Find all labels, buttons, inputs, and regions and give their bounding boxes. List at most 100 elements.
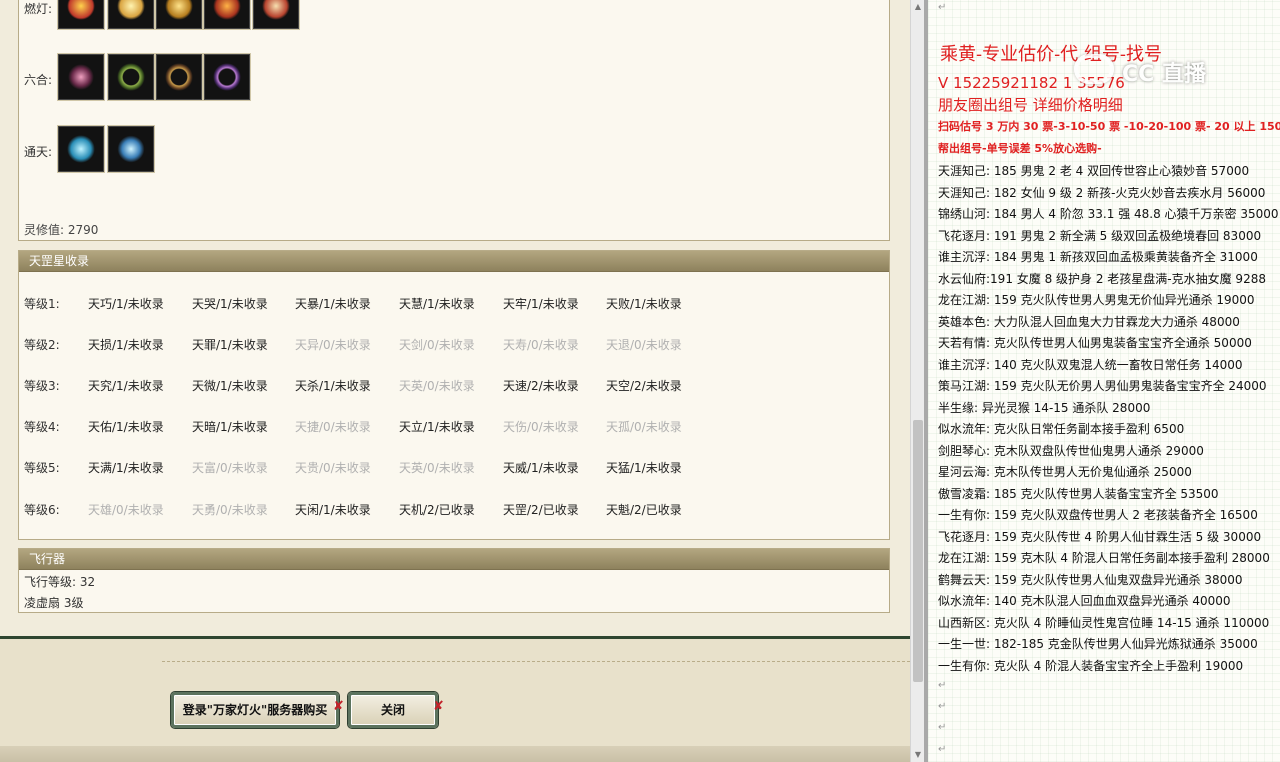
items-panel — [18, 0, 890, 241]
doc-line: 星河云海: 克木队传世男人无价鬼仙通杀 25000 — [938, 465, 1192, 479]
doc-line: 似水流年: 克火队日常任务副本接手盈利 6500 — [938, 422, 1185, 436]
doc-line: 半生缘: 异光灵猴 14-15 通杀队 28000 — [938, 400, 1151, 415]
close-x-mark: ✘ — [433, 699, 444, 714]
star-cell: 天勇/0/未收录 — [192, 503, 268, 517]
star-cell: 天损/1/未收录 — [88, 338, 164, 352]
key-blue-icon[interactable] — [108, 126, 154, 172]
game-info-window: 燃灯: 六合: 通天: 灵修值: 2790 天罡星收录 等级1: 天巧/1/未收录… — [0, 0, 910, 762]
star-row-label: 等级3: — [24, 379, 60, 393]
doc-line: 天涯知己: 185 男鬼 2 老 4 双回传世容止心猿妙音 57000 — [938, 164, 1250, 178]
star-cell: 天闲/1/未收录 — [295, 503, 371, 517]
star-cell: 天佑/1/未收录 — [88, 420, 164, 434]
star-cell: 天威/1/未收录 — [503, 461, 579, 475]
star-cell: 天退/0/未收录 — [606, 338, 682, 352]
star-cell: 天捷/0/未收录 — [295, 420, 371, 434]
paragraph-mark: ↵ — [938, 744, 947, 755]
doc-line: 锦绣山河: 184 男人 4 阶忽 33.1 强 48.8 心猿千万亲密 350… — [938, 207, 1279, 221]
lingxiu-value: 灵修值: 2790 — [24, 223, 99, 237]
star-row-label: 等级4: — [24, 420, 60, 434]
star-cell: 天罪/1/未收录 — [192, 338, 268, 352]
star-cell: 天魁/2/已收录 — [606, 503, 682, 517]
doc-line: 水云仙府:191 女魔 8 级护身 2 老孩星盘满-克水抽女魔 9288 — [938, 271, 1266, 286]
cc-live-watermark: CC 直播 — [1074, 52, 1254, 88]
star-cell: 天伤/0/未收录 — [503, 420, 579, 434]
doc-subheading: 朋友圈出组号 详细价格明细 — [938, 96, 1123, 114]
star-cell: 天机/2/已收录 — [399, 503, 475, 517]
scrollbar-thumb[interactable] — [913, 420, 923, 682]
orb-blue-icon[interactable] — [58, 126, 104, 172]
flyer-item: 凌虚扇 3级 — [24, 596, 84, 610]
paragraph-mark: ↵ — [938, 701, 947, 712]
vertical-scrollbar[interactable]: ▲ ▼ — [910, 0, 925, 762]
pendant-icon[interactable] — [58, 54, 104, 100]
bracelet-purple-icon[interactable] — [204, 54, 250, 100]
watermark-text: CC 直播 — [1122, 62, 1206, 87]
star-cell: 天富/0/未收录 — [192, 461, 268, 475]
star-cell: 天雄/0/未收录 — [88, 503, 164, 517]
close-button[interactable]: 关闭 — [348, 692, 438, 728]
paragraph-mark: ↵ — [938, 680, 947, 691]
doc-line: 策马江湖: 159 克火队无价男人男仙男鬼装备宝宝齐全 24000 — [938, 379, 1267, 393]
star-row-label: 等级6: — [24, 503, 60, 517]
bell-red-icon[interactable] — [253, 0, 299, 29]
login-purchase-button[interactable]: 登录"万家灯火"服务器购买 — [171, 692, 339, 728]
doc-line: 一生有你: 克火队 4 阶混人装备宝宝齐全上手盈利 19000 — [938, 658, 1244, 673]
star-cell: 天异/0/未收录 — [295, 338, 371, 352]
item-label-liuhe: 六合: — [24, 73, 53, 87]
doc-line: 谁主沉浮: 184 男鬼 1 新孩双回血孟极乘黄装备齐全 31000 — [938, 250, 1258, 264]
star-cell: 天英/0/未收录 — [399, 379, 475, 393]
bell-gold-icon[interactable] — [108, 0, 154, 29]
login-x-mark: ✘ — [333, 699, 344, 714]
scroll-up-icon[interactable]: ▲ — [911, 0, 925, 14]
doc-line: 鹤舞云天: 159 克火队传世男人仙鬼双盘异光通杀 38000 — [938, 572, 1243, 587]
star-cell: 天杀/1/未收录 — [295, 379, 371, 393]
bottom-edge — [0, 746, 910, 762]
flame-orange-icon[interactable] — [204, 0, 250, 29]
ring-green-icon[interactable] — [108, 54, 154, 100]
paragraph-mark: ↵ — [938, 2, 947, 13]
ring-purple-icon[interactable] — [156, 54, 202, 100]
doc-line: 一生一世: 182-185 克金队传世男人仙异光炼狱通杀 35000 — [938, 637, 1258, 651]
doc-notice-1: 扫码估号 3 万内 30 票-3-10-50 票 -10-20-100 票- 2… — [938, 120, 1280, 133]
star-cell: 天败/1/未收录 — [606, 297, 682, 311]
doc-line: 山西新区: 克火队 4 阶睡仙灵性鬼宫位睡 14-15 通杀 110000 — [938, 615, 1270, 630]
star-record-panel: 天罡星收录 — [18, 250, 890, 540]
item-label-randeng: 燃灯: — [24, 2, 53, 16]
cc-logo-icon — [1074, 54, 1114, 84]
star-record-title: 天罡星收录 — [19, 251, 889, 272]
star-cell: 天空/2/未收录 — [606, 379, 682, 393]
doc-line: 天若有情: 克火队传世男人仙男鬼装备宝宝齐全通杀 50000 — [938, 336, 1252, 350]
doc-line: 傲雪凌霜: 185 克火队传世男人装备宝宝齐全 53500 — [938, 486, 1219, 501]
star-cell: 天剑/0/未收录 — [399, 338, 475, 352]
doc-line: 天涯知己: 182 女仙 9 级 2 新孩-火克火妙音去疾水月 56000 — [938, 185, 1266, 200]
star-cell: 天立/1/未收录 — [399, 420, 475, 434]
doc-line: 飞花逐月: 191 男鬼 2 新全满 5 级双回孟极绝境春回 83000 — [938, 228, 1262, 243]
star-cell: 天罡/2/已收录 — [503, 503, 579, 517]
flyer-title: 飞行器 — [19, 549, 889, 570]
star-cell: 天寿/0/未收录 — [503, 338, 579, 352]
dotted-line — [162, 661, 910, 662]
price-document: ↵ 乘黄-专业估价-代 组号-找号 V 15225921182 1 35576 … — [928, 0, 1280, 762]
statue-gold-icon[interactable] — [156, 0, 202, 29]
paragraph-mark: ↵ — [938, 722, 947, 733]
doc-notice-2: 帮出组号-单号误差 5%放心选购- — [938, 142, 1102, 155]
scroll-down-icon[interactable]: ▼ — [911, 748, 925, 762]
star-cell: 天猛/1/未收录 — [606, 461, 682, 475]
star-cell: 天牢/1/未收录 — [503, 297, 579, 311]
star-cell: 天速/2/未收录 — [503, 379, 579, 393]
doc-line: 龙在江湖: 159 克木队 4 阶混人日常任务副本接手盈利 28000 — [938, 551, 1270, 565]
star-cell: 天英/0/未收录 — [399, 461, 475, 475]
flyer-level: 飞行等级: 32 — [24, 575, 96, 589]
star-cell: 天暴/1/未收录 — [295, 297, 371, 311]
star-cell: 天孤/0/未收录 — [606, 420, 682, 434]
doc-line: 飞花逐月: 159 克火队传世 4 阶男人仙甘霖生活 5 级 30000 — [938, 529, 1262, 544]
star-cell: 天哭/1/未收录 — [192, 297, 268, 311]
star-cell: 天巧/1/未收录 — [88, 297, 164, 311]
star-cell: 天暗/1/未收录 — [192, 420, 268, 434]
lantern-red-icon[interactable] — [58, 0, 104, 29]
star-cell: 天满/1/未收录 — [88, 461, 164, 475]
star-row-label: 等级2: — [24, 338, 60, 352]
doc-line: 谁主沉浮: 140 克火队双鬼混人统一畜牧日常任务 14000 — [938, 357, 1243, 372]
star-cell: 天究/1/未收录 — [88, 379, 164, 393]
star-row-label: 等级5: — [24, 461, 60, 475]
